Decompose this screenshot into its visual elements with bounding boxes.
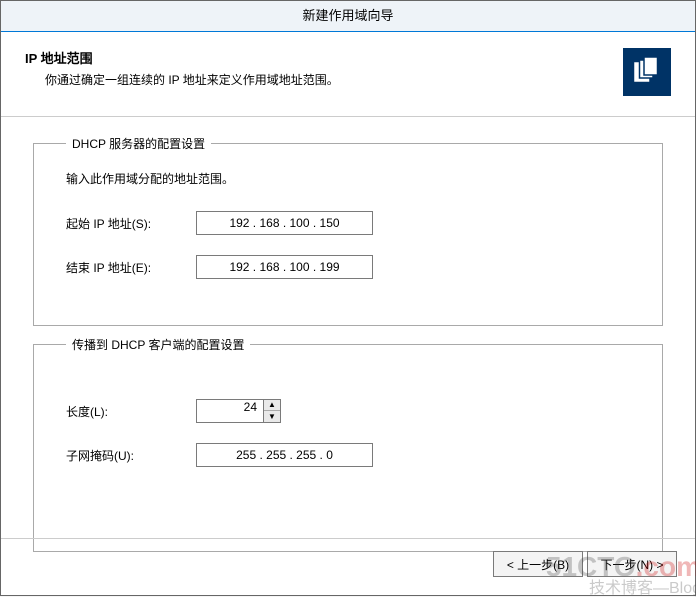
server-settings-legend: DHCP 服务器的配置设置 xyxy=(66,135,211,152)
window-title: 新建作用域向导 xyxy=(1,1,695,32)
end-ip-row: 结束 IP 地址(E): 192 . 168 . 100 . 199 xyxy=(66,255,642,279)
header-description: 你通过确定一组连续的 IP 地址来定义作用域地址范围。 xyxy=(45,71,623,88)
mask-row: 子网掩码(U): 255 . 255 . 255 . 0 xyxy=(66,443,642,467)
length-spinner[interactable]: 24 ▲ ▼ xyxy=(196,399,281,423)
wizard-body: DHCP 服务器的配置设置 输入此作用域分配的地址范围。 起始 IP 地址(S)… xyxy=(1,117,695,552)
subnet-mask-input[interactable]: 255 . 255 . 255 . 0 xyxy=(196,443,373,467)
end-ip-input[interactable]: 192 . 168 . 100 . 199 xyxy=(196,255,373,279)
range-instruction: 输入此作用域分配的地址范围。 xyxy=(66,170,642,187)
wizard-footer: < 上一步(B) 下一步(N) > xyxy=(1,538,695,595)
end-ip-label: 结束 IP 地址(E): xyxy=(66,259,196,276)
header-text: IP 地址范围 你通过确定一组连续的 IP 地址来定义作用域地址范围。 xyxy=(25,48,623,88)
scope-icon xyxy=(623,48,671,96)
length-value[interactable]: 24 xyxy=(196,399,263,423)
length-down-button[interactable]: ▼ xyxy=(264,411,280,422)
wizard-header: IP 地址范围 你通过确定一组连续的 IP 地址来定义作用域地址范围。 xyxy=(1,32,695,117)
next-button[interactable]: 下一步(N) > xyxy=(587,551,677,577)
length-up-button[interactable]: ▲ xyxy=(264,400,280,411)
back-button[interactable]: < 上一步(B) xyxy=(493,551,583,577)
start-ip-input[interactable]: 192 . 168 . 100 . 150 xyxy=(196,211,373,235)
length-label: 长度(L): xyxy=(66,403,196,420)
client-settings-legend: 传播到 DHCP 客户端的配置设置 xyxy=(66,336,250,353)
length-row: 长度(L): 24 ▲ ▼ xyxy=(66,399,642,423)
server-settings-group: DHCP 服务器的配置设置 输入此作用域分配的地址范围。 起始 IP 地址(S)… xyxy=(33,135,663,326)
start-ip-label: 起始 IP 地址(S): xyxy=(66,215,196,232)
client-settings-group: 传播到 DHCP 客户端的配置设置 长度(L): 24 ▲ ▼ 子网掩码(U):… xyxy=(33,336,663,552)
header-title: IP 地址范围 xyxy=(25,48,623,67)
wizard-window: 新建作用域向导 IP 地址范围 你通过确定一组连续的 IP 地址来定义作用域地址… xyxy=(0,0,696,596)
subnet-mask-label: 子网掩码(U): xyxy=(66,447,196,464)
start-ip-row: 起始 IP 地址(S): 192 . 168 . 100 . 150 xyxy=(66,211,642,235)
